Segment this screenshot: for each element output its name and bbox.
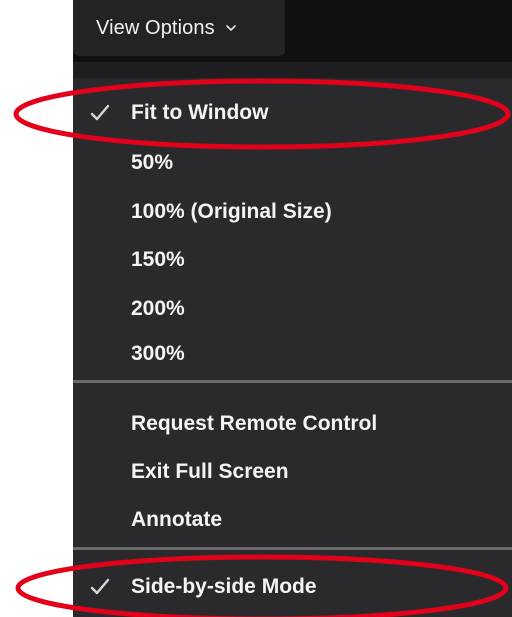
view-options-button[interactable]: View Options: [73, 0, 285, 56]
menu-item-label: Request Remote Control: [131, 412, 378, 435]
menu-item-label: 50%: [131, 151, 174, 174]
menu-item-zoom-200[interactable]: 200%: [73, 289, 512, 329]
checkmark-icon: [90, 578, 110, 595]
menu-item-label: Side-by-side Mode: [131, 575, 317, 598]
menu-separator: [73, 547, 512, 550]
menu-item-fit-to-window[interactable]: Fit to Window: [73, 93, 512, 133]
menu-separator: [73, 380, 512, 383]
menu-item-label: Fit to Window: [131, 101, 269, 124]
checkmark-icon: [90, 104, 110, 121]
menu-item-side-by-side-mode[interactable]: Side-by-side Mode: [73, 567, 512, 607]
menu-top-edge: [73, 62, 512, 78]
menu-item-zoom-150[interactable]: 150%: [73, 240, 512, 280]
menu-item-zoom-50[interactable]: 50%: [73, 143, 512, 183]
menu-item-label: Annotate: [131, 508, 222, 531]
screenshot: View Options Fit to Window 50% 100% (Ori…: [0, 0, 512, 617]
menu-item-label: Exit Full Screen: [131, 460, 289, 483]
menu-item-label: 300%: [131, 342, 185, 365]
menu-item-zoom-300[interactable]: 300%: [73, 334, 512, 374]
menu-item-label: 150%: [131, 248, 185, 271]
menu-item-exit-full-screen[interactable]: Exit Full Screen: [73, 452, 512, 492]
menu-item-annotate[interactable]: Annotate: [73, 500, 512, 540]
menu-item-request-remote-control[interactable]: Request Remote Control: [73, 404, 512, 444]
view-options-label: View Options: [96, 16, 215, 39]
menu-item-label: 100% (Original Size): [131, 200, 332, 223]
chevron-down-icon: [225, 25, 236, 31]
menu-item-zoom-100[interactable]: 100% (Original Size): [73, 192, 512, 232]
menu-item-label: 200%: [131, 297, 185, 320]
